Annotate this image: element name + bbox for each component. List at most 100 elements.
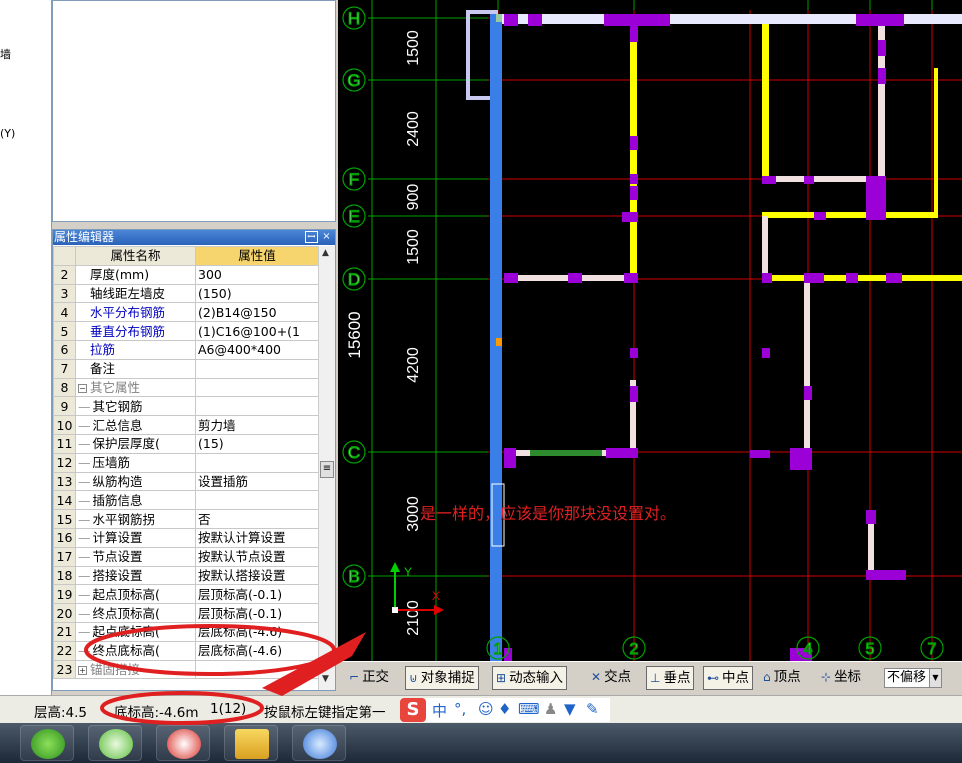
property-value-cell[interactable]: 层顶标高(-0.1) (195, 603, 319, 623)
property-value-cell[interactable]: 300 (195, 264, 319, 285)
property-row[interactable]: 15— 水平钢筋拐否 (53, 509, 319, 529)
property-value-cell[interactable] (195, 452, 319, 473)
property-value-cell[interactable]: 设置插筋 (195, 471, 319, 492)
property-value-cell[interactable]: 层底标高(-4.6) (195, 621, 319, 642)
wall-grip[interactable] (496, 338, 502, 346)
keyboard-icon[interactable]: ⌨ (518, 700, 540, 718)
ime-language[interactable]: 中 (432, 700, 447, 721)
property-row[interactable]: 22— 终点底标高(层底标高(-4.6) (53, 640, 319, 661)
property-value-cell[interactable]: 层底标高(-4.6) (195, 640, 319, 661)
property-row[interactable]: 20— 终点顶标高(层顶标高(-0.1) (53, 603, 319, 623)
property-value-cell[interactable]: 按默认计算设置 (195, 527, 319, 548)
property-value-cell[interactable]: A6@400*400 (195, 339, 319, 360)
property-row[interactable]: 21— 起点底标高(层底标高(-4.6) (53, 621, 319, 642)
total-dimension: 15600 (345, 311, 364, 358)
property-row[interactable]: 9— 其它钢筋 (53, 396, 319, 417)
property-row[interactable]: 4 水平分布钢筋 (2)B14@150 (53, 302, 319, 323)
property-name-cell: — 计算设置 (75, 527, 196, 548)
notes-icon[interactable] (224, 725, 278, 761)
property-value-cell[interactable]: (150) (195, 283, 319, 304)
user-icon[interactable]: ♟ (544, 700, 557, 718)
dimension-label: 900 (405, 184, 422, 211)
property-row[interactable]: 19— 起点顶标高(层顶标高(-0.1) (53, 584, 319, 605)
tree-connector: — (78, 530, 91, 546)
bottom-elevation-status: 底标高:-4.6m (114, 705, 199, 721)
property-value-cell[interactable]: 层顶标高(-0.1) (195, 584, 319, 605)
ortho-toggle[interactable]: ⌐ 正交 (346, 666, 392, 690)
property-row[interactable]: 6 拉筋 A6@400*400 (53, 339, 319, 360)
skin-icon[interactable]: ▼ (564, 700, 576, 718)
wrench-icon[interactable]: ✎ (586, 700, 599, 718)
property-row[interactable]: 14— 插筋信息 (53, 490, 319, 511)
tree-connector: — (78, 473, 91, 489)
property-name-cell: − 其它属性 (75, 377, 196, 398)
emoji-icon[interactable]: ☺ (478, 700, 494, 718)
property-value-cell[interactable]: 按默认节点设置 (195, 546, 319, 567)
tree-connector: — (78, 549, 91, 565)
scroll-up-icon[interactable]: ▲ (322, 248, 329, 258)
property-row[interactable]: 23 + 锚固搭接 (53, 659, 319, 680)
punctuation-icon[interactable]: °, (454, 700, 466, 718)
property-value-cell[interactable] (195, 490, 319, 511)
property-value-cell[interactable] (195, 396, 319, 417)
intersection-snap[interactable]: ✕ 交点 (588, 666, 634, 690)
property-value-cell[interactable]: (2)B14@150 (195, 302, 319, 323)
collapse-icon[interactable]: − (78, 383, 87, 393)
microphone-icon[interactable]: ♦ (498, 700, 511, 718)
axis-label: 7 (928, 641, 937, 658)
midpoint-snap[interactable]: ⊷ 中点 (703, 666, 753, 690)
coordinate-snap[interactable]: ⊹ 坐标 (818, 666, 864, 690)
svg-text:Y: Y (404, 565, 412, 579)
scroll-down-icon[interactable]: ▼ (322, 674, 329, 684)
cad-drawing-canvas[interactable]: HGFEDCB12457 1500 2400 900 1500 4200 3000 2100… (338, 0, 962, 661)
chevron-down-icon[interactable]: ▼ (929, 669, 941, 687)
sogou-ime-icon[interactable]: S (400, 698, 426, 722)
ie-icon[interactable] (20, 725, 74, 761)
pin-icon[interactable]: ꟷ (305, 231, 318, 243)
property-value-cell[interactable]: 否 (195, 509, 319, 529)
perpendicular-snap[interactable]: ⊥ 垂点 (646, 666, 695, 690)
row-number: 14 (53, 490, 76, 511)
selected-wall[interactable] (490, 14, 502, 661)
property-row[interactable]: 5 垂直分布钢筋 (1)C16@100+(1 (53, 321, 319, 341)
wechat-icon[interactable] (88, 725, 142, 761)
object-snap-toggle[interactable]: ⊍ 对象捕捉 (405, 666, 479, 690)
property-value-cell[interactable] (195, 377, 319, 398)
app-icon[interactable] (156, 725, 210, 761)
property-row[interactable]: 12— 压墙筋 (53, 452, 319, 473)
vertex-snap[interactable]: ⌂ 顶点 (760, 666, 804, 690)
property-value-cell[interactable]: 按默认搭接设置 (195, 565, 319, 586)
component-list-pane[interactable] (52, 0, 336, 222)
property-value-cell[interactable]: 剪力墙 (195, 415, 319, 435)
left-navigation-strip: 墙 (Y) (0, 0, 52, 695)
tree-connector: — (78, 624, 91, 640)
offset-select[interactable]: 不偏移 ▼ (884, 668, 942, 688)
axis-label: G (347, 71, 360, 90)
property-row[interactable]: 11— 保护层厚度((15) (53, 433, 319, 454)
cad-app-icon[interactable] (292, 725, 346, 761)
property-row[interactable]: 7 备注 (53, 358, 319, 379)
property-row[interactable]: 16— 计算设置 按默认计算设置 (53, 527, 319, 548)
scroll-thumb[interactable]: ≡ (320, 461, 334, 478)
property-value-cell[interactable] (195, 659, 319, 680)
dynamic-input-icon: ⊞ (496, 671, 507, 685)
property-row[interactable]: 2 厚度(mm) 300 (53, 264, 319, 285)
property-value-cell[interactable]: (15) (195, 433, 319, 454)
dynamic-input-toggle[interactable]: ⊞ 动态输入 (492, 666, 568, 690)
property-row[interactable]: 13— 纵筋构造 设置插筋 (53, 471, 319, 492)
property-value-cell[interactable]: (1)C16@100+(1 (195, 321, 319, 341)
property-editor-titlebar: 属性编辑器 ꟷ × (53, 230, 335, 245)
property-scrollbar[interactable]: ▲ ≡ ▼ (318, 246, 335, 690)
property-value-cell[interactable] (195, 358, 319, 379)
row-number-header (53, 246, 76, 266)
property-row[interactable]: 18— 搭接设置 按默认搭接设置 (53, 565, 319, 586)
property-name: 其它钢筋 (92, 398, 143, 414)
wall-grip[interactable] (496, 14, 502, 22)
property-row[interactable]: 17— 节点设置 按默认节点设置 (53, 546, 319, 567)
close-button[interactable]: × (320, 231, 333, 243)
expand-icon[interactable]: + (78, 665, 87, 675)
property-row[interactable]: 3 轴线距左墙皮 (150) (53, 283, 319, 304)
property-row[interactable]: 10— 汇总信息 剪力墙 (53, 415, 319, 435)
property-name-cell: — 起点底标高( (75, 621, 196, 642)
property-row[interactable]: 8− 其它属性 (53, 377, 319, 398)
